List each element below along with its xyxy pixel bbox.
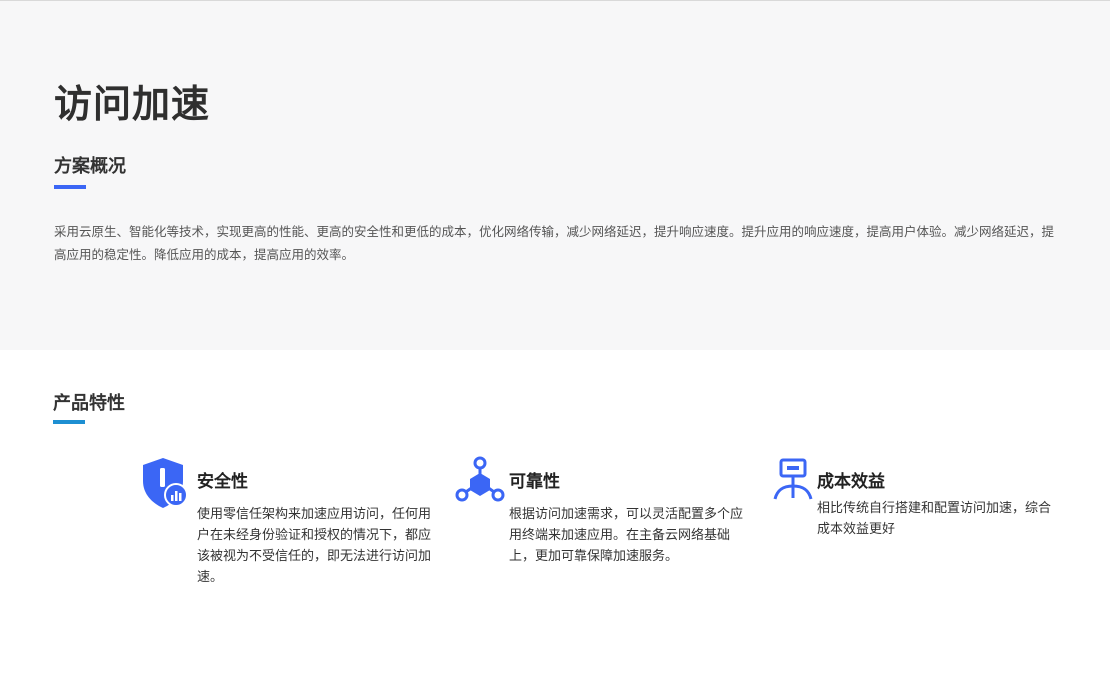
feature-title: 可靠性 <box>509 472 560 492</box>
hero-section: 访问加速 方案概况 采用云原生、智能化等技术，实现更高的性能、更高的安全性和更低… <box>0 1 1110 350</box>
overview-title: 方案概况 <box>54 156 126 177</box>
feature-description: 相比传统自行搭建和配置访问加速，综合成本效益更好 <box>817 501 1052 537</box>
feature-description: 根据访问加速需求，可以灵活配置多个应用终端来加速应用。在主备云网络基础上，更加可… <box>509 507 744 564</box>
overview-underline <box>54 185 86 189</box>
shield-chart-icon <box>141 456 191 508</box>
page-title: 访问加速 <box>54 82 211 126</box>
server-network-icon <box>770 456 820 508</box>
feature-title: 安全性 <box>197 472 248 492</box>
overview-text: 采用云原生、智能化等技术，实现更高的性能、更高的安全性和更低的成本，优化网络传输… <box>54 224 1055 262</box>
feature-title: 成本效益 <box>817 472 885 492</box>
network-nodes-icon <box>453 456 505 508</box>
features-title: 产品特性 <box>53 393 125 414</box>
features-underline <box>53 420 85 424</box>
feature-description: 使用零信任架构来加速应用访问，任何用户在未经身份验证和授权的情况下，都应该被视为… <box>197 507 432 585</box>
